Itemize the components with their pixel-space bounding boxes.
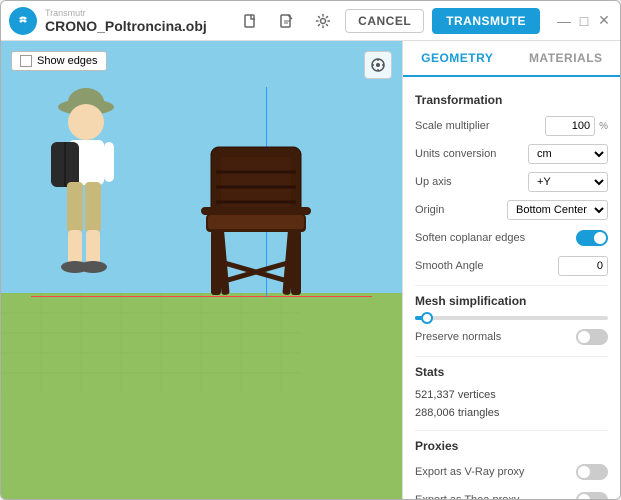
file-icon-btn[interactable] [237,7,265,35]
transformation-title: Transformation [415,93,608,107]
export-vray-row: Export as V-Ray proxy [415,461,608,483]
reset-view-button[interactable] [364,51,392,79]
title-bar-left: Transmutr CRONO_Poltroncina.obj [9,7,237,35]
reset-view-icon [370,57,386,73]
settings-icon-btn[interactable] [309,7,337,35]
main-content: Show edges GEOMETRY MATERIALS [1,41,620,499]
file-title: CRONO_Poltroncina.obj [45,18,207,34]
divider-3 [415,430,608,431]
mesh-slider-row [415,316,608,320]
preserve-normals-row: Preserve normals [415,326,608,348]
app-logo [9,7,37,35]
units-conversion-label: Units conversion [415,148,528,160]
cancel-button[interactable]: CANCEL [345,9,424,33]
mesh-slider-thumb [421,312,433,324]
smooth-angle-label: Smooth Angle [415,260,558,272]
smooth-angle-row: Smooth Angle [415,255,608,277]
person-figure [31,82,161,302]
tab-geometry[interactable]: GEOMETRY [403,41,512,77]
mesh-simplification-title: Mesh simplification [415,294,608,308]
preserve-normals-toggle[interactable] [576,329,608,345]
window-controls: — □ ✕ [556,13,612,29]
app-name: Transmutr [45,8,207,18]
scale-multiplier-value: % [545,116,608,136]
maximize-button[interactable]: □ [576,13,592,29]
up-axis-row: Up axis +Y +Z -Y -Z [415,171,608,193]
export-vray-knob [578,466,590,478]
divider-1 [415,285,608,286]
scale-multiplier-row: Scale multiplier % [415,115,608,137]
scale-multiplier-unit: % [599,121,608,132]
export-thea-toggle[interactable] [576,492,608,499]
soften-coplanar-row: Soften coplanar edges [415,227,608,249]
export-thea-knob [578,494,590,499]
origin-row: Origin Bottom Center Center Original [415,199,608,221]
right-panel: GEOMETRY MATERIALS Transformation Scale … [402,41,620,499]
chair-figure [196,142,316,302]
export-thea-row: Export as Thea proxy [415,489,608,499]
preserve-normals-label: Preserve normals [415,331,576,343]
stats-vertices: 521,337 vertices [415,387,608,405]
stats-title: Stats [415,365,608,379]
export-thea-label: Export as Thea proxy [415,494,576,499]
close-button[interactable]: ✕ [596,13,612,29]
soften-coplanar-toggle[interactable] [576,230,608,246]
tabs: GEOMETRY MATERIALS [403,41,620,77]
soften-coplanar-label: Soften coplanar edges [415,232,576,244]
stats-triangles: 288,006 triangles [415,405,608,423]
show-edges-label: Show edges [37,55,98,67]
minimize-button[interactable]: — [556,13,572,29]
up-axis-label: Up axis [415,176,528,188]
proxies-title: Proxies [415,439,608,453]
units-conversion-row: Units conversion cm m mm in [415,143,608,165]
smooth-angle-input[interactable] [558,256,608,276]
preserve-normals-knob [578,331,590,343]
mesh-simplification-slider[interactable] [415,316,608,320]
transmute-button[interactable]: TRANSMUTE [432,8,540,34]
title-bar-actions: CANCEL TRANSMUTE — □ ✕ [237,7,612,35]
viewport-grid [1,293,301,499]
export-vray-label: Export as V-Ray proxy [415,466,576,478]
show-edges-button[interactable]: Show edges [11,51,107,71]
soften-coplanar-knob [594,232,606,244]
title-bar: Transmutr CRONO_Poltroncina.obj [1,1,620,41]
show-edges-checkbox[interactable] [20,55,32,67]
file2-icon-btn[interactable] [273,7,301,35]
tab-materials[interactable]: MATERIALS [512,41,621,75]
panel-content: Transformation Scale multiplier % Units … [403,77,620,499]
divider-2 [415,356,608,357]
origin-label: Origin [415,204,507,216]
viewport[interactable]: Show edges [1,41,402,499]
scale-multiplier-label: Scale multiplier [415,120,545,132]
export-vray-toggle[interactable] [576,464,608,480]
scale-multiplier-input[interactable] [545,116,595,136]
units-conversion-select[interactable]: cm m mm in [528,144,608,164]
up-axis-select[interactable]: +Y +Z -Y -Z [528,172,608,192]
origin-select[interactable]: Bottom Center Center Original [507,200,608,220]
